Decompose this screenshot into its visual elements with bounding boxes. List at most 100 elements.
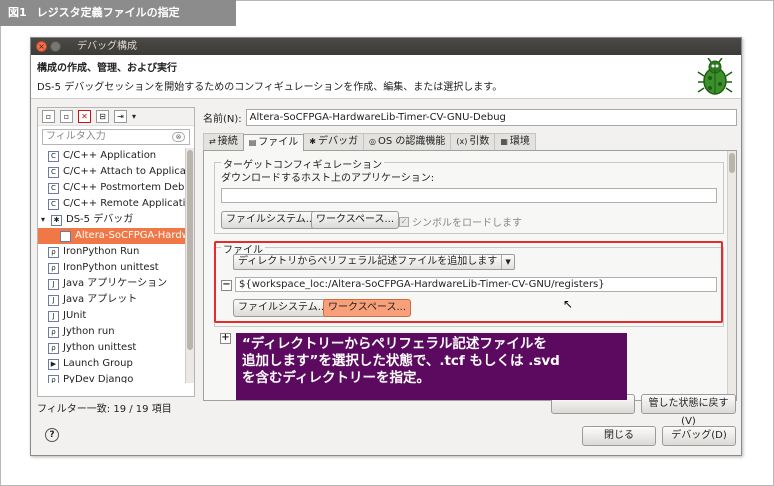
java-icon: J (48, 294, 59, 306)
tab-bug[interactable]: ✱ デバッガ (303, 133, 364, 150)
revert-button[interactable]: 管した状態に戻す(V) (641, 394, 736, 427)
filter-config-icon[interactable]: ⇥ (114, 110, 127, 123)
c-icon: C (48, 166, 59, 178)
python-icon: ρ (48, 246, 59, 258)
tree-item-label: Jython run (63, 326, 115, 337)
filter-input[interactable]: フィルタ入力 ⊗ (42, 129, 190, 145)
bug-icon: ✱ (309, 137, 316, 146)
config-tree: C C/C++ Application C C/C++ Attach to Appli… (38, 148, 194, 383)
tree-item[interactable]: J Java アプリケーション (38, 276, 194, 292)
highlight-box (214, 241, 723, 323)
tree-item-label: C/C++ Attach to Applicatio (63, 166, 194, 177)
connect-icon: ⇄ (209, 137, 216, 146)
env-icon: ▦ (500, 137, 508, 146)
tree-item-label: C/C++ Remote Application (63, 198, 194, 209)
minimize-window-button[interactable] (50, 41, 61, 52)
tree-item[interactable]: ✱ Altera-SoCFPGA-Hardwa (38, 228, 194, 244)
tree-item-label: IronPython Run (63, 246, 140, 257)
new-config-icon[interactable]: ▫ (42, 110, 55, 123)
download-app-input[interactable] (221, 188, 717, 203)
file-icon: ▤ (248, 138, 257, 147)
tree-item-label: JUnit (63, 310, 87, 321)
download-app-label: ダウンロードするホスト上のアプリケーション: (221, 173, 435, 184)
tab-env[interactable]: ▦ 環境 (494, 133, 536, 150)
clear-filter-icon[interactable]: ⊗ (172, 132, 185, 142)
tree-item[interactable]: C C/C++ Remote Application (38, 196, 194, 212)
tree-item[interactable]: J JUnit (38, 308, 194, 324)
callout-line-3: を含むディレクトリーを指定。 (242, 370, 431, 386)
expand-arrow-icon[interactable]: ▾ (41, 212, 49, 228)
figure-label: 図1 (8, 6, 27, 19)
java-icon: J (48, 278, 59, 290)
load-symbols-label: シンボルをロードします (412, 218, 522, 229)
config-tree-panel: ▫ ▫ ✕ ⊟ ⇥ ▾ フィルタ入力 ⊗ C C/C++ Application C… (37, 107, 195, 397)
tree-item-label: DS-5 デバッガ (66, 214, 134, 225)
tree-item-label: Java アプレット (63, 294, 138, 305)
c-icon: C (48, 198, 59, 210)
python-icon: ρ (48, 262, 59, 274)
config-tabs: ⇄ 接続 ▤ ファイル ✱ デバッガ ◎ OS の認識機能 (x) 引数 ▦ 環境 (203, 133, 737, 152)
tab-label: 環境 (509, 136, 530, 147)
debug-button[interactable]: デバッグ(D) (662, 426, 736, 446)
tree-item[interactable]: ρ Jython unittest (38, 340, 194, 356)
python-icon: ρ (48, 374, 59, 383)
target-workspace-button[interactable]: ワークスペース... (311, 211, 400, 229)
python-icon: ρ (48, 342, 59, 354)
header-title: 構成の作成、管理、および実行 (37, 63, 177, 74)
tree-item[interactable]: J Java アプレット (38, 292, 194, 308)
tree-item-label: C/C++ Application (63, 150, 157, 161)
args-icon: (x) (456, 137, 468, 146)
name-label: 名前(N): (203, 113, 242, 125)
titlebar: × デバッグ構成 (31, 38, 741, 55)
bug-icon: ✱ (51, 214, 62, 226)
tree-scrollbar[interactable] (185, 148, 194, 383)
help-icon[interactable]: ? (45, 428, 59, 442)
python-icon: ρ (48, 326, 59, 338)
config-name-input[interactable]: Altera-SoCFPGA-HardwareLib-Timer-CV-GNU-… (245, 108, 737, 126)
callout-line-1: “ディレクトリーからペリフェラル記述ファイルを (242, 336, 547, 352)
target-config-group: ターゲットコンフィギュレーション ダウンロードするホスト上のアプリケーション: … (214, 156, 724, 234)
config-toolbar: ▫ ▫ ✕ ⊟ ⇥ ▾ (38, 108, 194, 126)
tree-item[interactable]: C C/C++ Application (38, 148, 194, 164)
tree-item[interactable]: ▶ Launch Group (38, 356, 194, 372)
tab-os[interactable]: ◎ OS の認識機能 (362, 133, 452, 150)
dialog-header: 構成の作成、管理、および実行 DS-5 デバッグセッションを開始するためのコンフ… (31, 55, 741, 99)
tree-item[interactable]: ρ PyDev Django (38, 372, 194, 383)
tab-connect[interactable]: ⇄ 接続 (203, 133, 244, 150)
duplicate-config-icon[interactable]: ▫ (60, 110, 73, 123)
header-description: DS-5 デバッグセッションを開始するためのコンフィギュレーションを作成、編集、… (37, 82, 503, 93)
window-title: デバッグ構成 (77, 41, 137, 52)
close-button[interactable]: 閉じる (582, 426, 656, 446)
tree-item[interactable]: ▾ ✱ DS-5 デバッガ (38, 212, 194, 228)
figure-caption: 図1 レジスタ定義ファイルの指定 (0, 0, 236, 26)
target-filesystem-button[interactable]: ファイルシステム... (221, 211, 321, 229)
tree-item[interactable]: ρ IronPython unittest (38, 260, 194, 276)
tree-item[interactable]: C C/C++ Postmortem Debugg (38, 180, 194, 196)
panel-scrollbar[interactable] (727, 151, 736, 399)
tree-item[interactable]: C C/C++ Attach to Applicatio (38, 164, 194, 180)
close-window-button[interactable]: × (36, 41, 47, 52)
c-icon: C (48, 150, 59, 162)
toolbar-dropdown-icon[interactable]: ▾ (132, 112, 136, 121)
collapse-all-icon[interactable]: ⊟ (96, 110, 109, 123)
tab-label: 接続 (217, 136, 238, 147)
add-entry-icon[interactable]: + (220, 333, 231, 344)
c-icon: C (48, 182, 59, 194)
tree-item-label: IronPython unittest (63, 262, 159, 273)
tab-file[interactable]: ▤ ファイル (242, 134, 305, 152)
mouse-cursor-icon: ↖ (563, 297, 574, 311)
tree-item[interactable]: ρ IronPython Run (38, 244, 194, 260)
tree-item-label: C/C++ Postmortem Debugg (63, 182, 194, 193)
tree-item-label: PyDev Django (63, 374, 134, 383)
delete-config-icon[interactable]: ✕ (78, 110, 91, 123)
load-symbols-checkbox[interactable]: ✓ シンボルをロードします (399, 214, 522, 229)
tree-item-label: Java アプリケーション (63, 278, 168, 289)
tree-item-label: Jython unittest (63, 342, 137, 353)
tab-args[interactable]: (x) 引数 (450, 133, 496, 150)
annotation-callout: “ディレクトリーからペリフェラル記述ファイルを 追加します”を選択した状態で、.… (236, 333, 627, 400)
tree-item[interactable]: ρ Jython run (38, 324, 194, 340)
checkbox-check-icon: ✓ (399, 216, 409, 227)
os-icon: ◎ (368, 137, 376, 146)
tab-label: デバッガ (317, 136, 358, 147)
filter-placeholder: フィルタ入力 (46, 131, 106, 142)
